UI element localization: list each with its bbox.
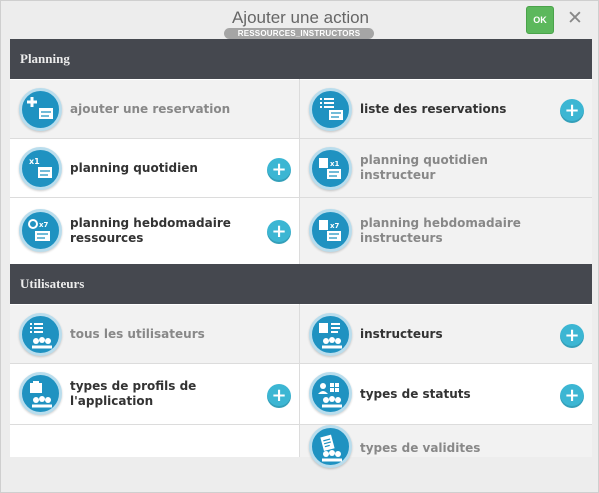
tile-list-reservations[interactable]: liste des reservations +	[300, 80, 592, 138]
status-types-icon	[309, 372, 352, 415]
column-divider	[299, 304, 300, 457]
tile-label: types de statuts	[360, 386, 471, 401]
add-instructor-button[interactable]: +	[560, 324, 584, 348]
add-weekly-resources-planning-button[interactable]: +	[267, 220, 291, 244]
add-action-dialog: Ajouter une action RESSOURCES_INSTRUCTOR…	[0, 0, 599, 493]
add-reservation-icon	[19, 88, 62, 131]
add-status-type-button[interactable]: +	[560, 384, 584, 408]
tile-label: planning quotidien instructeur	[360, 153, 488, 182]
close-button[interactable]: ✕	[565, 7, 585, 31]
weekly-instructors-planning-icon: x7	[309, 209, 352, 252]
svg-text:x1: x1	[29, 157, 40, 166]
section-header-utilisateurs: Utilisateurs	[10, 264, 592, 304]
tile-add-reservation[interactable]: ajouter une reservation	[10, 80, 299, 138]
tile-label: ajouter une reservation	[70, 101, 231, 116]
dialog-titlebar: Ajouter une action RESSOURCES_INSTRUCTOR…	[1, 1, 599, 39]
svg-text:x1: x1	[330, 160, 340, 168]
tile-label: instructeurs	[360, 326, 443, 341]
close-icon: ✕	[567, 7, 583, 29]
dialog-title: Ajouter une action	[231, 8, 370, 27]
list-reservations-icon	[309, 88, 352, 131]
context-badge: RESSOURCES_INSTRUCTORS	[224, 28, 374, 39]
instructors-icon	[309, 313, 352, 356]
tile-instructors[interactable]: instructeurs +	[300, 305, 592, 363]
daily-planning-icon: x1	[19, 147, 62, 190]
daily-instructor-planning-icon: x1	[309, 147, 352, 190]
tile-daily-instructor-planning[interactable]: x1 planning quotidien instructeur	[300, 139, 592, 197]
tile-label: types de validites	[360, 440, 481, 455]
add-list-reservations-button[interactable]: +	[560, 99, 584, 123]
tile-label: planning hebdomadaire instructeurs	[360, 216, 521, 245]
section-header-planning: Planning	[10, 39, 592, 79]
svg-text:x7: x7	[39, 221, 49, 229]
tile-label: planning hebdomadaire ressources	[70, 216, 231, 245]
tile-label: liste des reservations	[360, 101, 507, 116]
all-users-icon	[19, 313, 62, 356]
tile-all-users[interactable]: tous les utilisateurs	[10, 305, 299, 363]
tile-weekly-instructors-planning[interactable]: x7 planning hebdomadaire instructeurs	[300, 198, 592, 264]
tile-label: types de profils de l'application	[70, 379, 197, 408]
column-divider	[299, 79, 300, 264]
weekly-resources-planning-icon: x7	[19, 209, 62, 252]
profile-types-icon	[19, 372, 62, 415]
ok-button[interactable]: OK	[526, 6, 554, 34]
tile-validity-types[interactable]: types de validites	[300, 425, 592, 468]
tile-label: tous les utilisateurs	[70, 326, 205, 341]
add-daily-planning-button[interactable]: +	[267, 158, 291, 182]
validity-types-icon	[309, 425, 352, 468]
tile-profile-types[interactable]: types de profils de l'application +	[10, 364, 299, 424]
tile-label: planning quotidien	[70, 160, 198, 175]
tile-daily-planning[interactable]: x1 planning quotidien +	[10, 139, 299, 197]
add-profile-type-button[interactable]: +	[267, 384, 291, 408]
tile-weekly-resources-planning[interactable]: x7 planning hebdomadaire ressources +	[10, 198, 299, 264]
tile-status-types[interactable]: types de statuts +	[300, 364, 592, 424]
svg-text:x7: x7	[330, 222, 340, 230]
actions-panel: Planning ajouter une reservation liste d…	[10, 39, 592, 468]
